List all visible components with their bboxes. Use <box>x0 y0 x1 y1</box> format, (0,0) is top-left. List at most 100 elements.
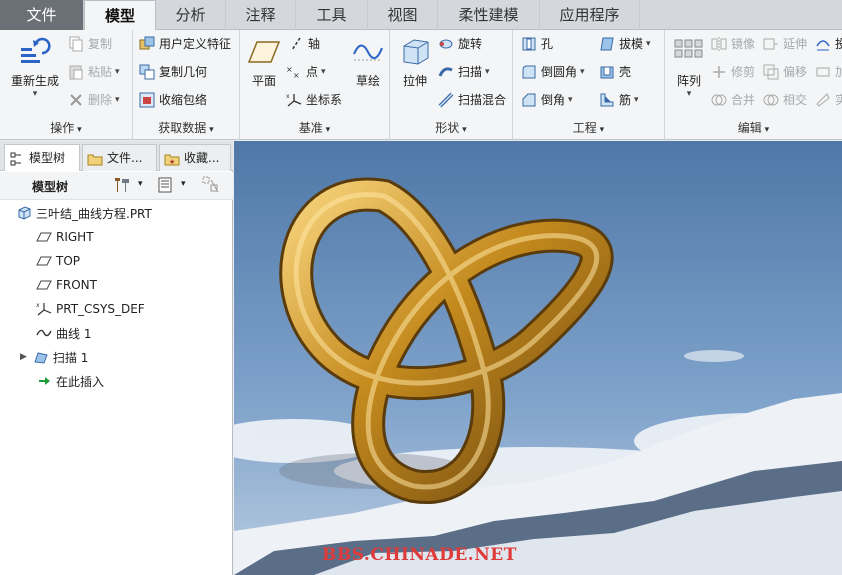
tree-item-insert-here-label: 在此插入 <box>56 374 105 389</box>
group-operations-label[interactable]: 操作 <box>0 119 132 136</box>
axis-button[interactable]: 轴 <box>288 34 320 54</box>
sweep-dropdown-icon[interactable]: ▾ <box>485 62 490 82</box>
settings-tools-icon[interactable] <box>112 176 132 197</box>
csys-button[interactable]: x 坐标系 <box>286 90 342 110</box>
tab-analysis[interactable]: 分析 <box>156 0 226 30</box>
draft-dropdown-icon[interactable]: ▾ <box>646 34 651 54</box>
shrinkwrap-icon <box>139 92 155 108</box>
round-button[interactable]: 倒圆角 ▾ <box>521 62 585 82</box>
tab-model[interactable]: 模型 <box>84 0 156 31</box>
intersect-button[interactable]: 相交 <box>763 90 807 110</box>
point-button[interactable]: × × 点 ▾ <box>286 62 326 82</box>
group-shapes-label[interactable]: 形状 <box>390 119 512 136</box>
tree-item-csys[interactable]: x PRT_CSYS_DEF <box>0 297 233 321</box>
copy-icon <box>68 36 84 52</box>
merge-label: 合并 <box>731 93 756 107</box>
graphics-viewport[interactable]: BBS.CHINADE.NET <box>234 141 842 575</box>
hole-button[interactable]: 孔 <box>521 34 553 54</box>
paste-button[interactable]: 粘贴 ▾ <box>68 62 120 82</box>
rib-dropdown-icon[interactable]: ▾ <box>634 90 639 110</box>
swept-blend-button[interactable]: 扫描混合 <box>438 90 506 110</box>
draft-label: 拔模 <box>619 37 644 51</box>
solidify-icon <box>815 92 831 108</box>
udf-button[interactable]: 用户定义特征 <box>139 34 231 54</box>
trim-button[interactable]: 修剪 <box>711 62 755 82</box>
pattern-dropdown-icon[interactable]: ▾ <box>669 89 709 99</box>
sweep-icon <box>438 64 454 80</box>
svg-text:x: x <box>36 302 40 309</box>
point-dropdown-icon[interactable]: ▾ <box>321 62 326 82</box>
model-tree-toolbar: 模型树 ▾ ▾ <box>0 172 233 200</box>
filter-icon[interactable] <box>202 176 222 197</box>
show-dropdown-icon[interactable]: ▾ <box>181 179 186 189</box>
tab-file[interactable]: 文件 <box>0 0 84 30</box>
tree-item-part[interactable]: 三叶结_曲线方程.PRT <box>0 201 233 225</box>
tab-annotate[interactable]: 注释 <box>226 0 296 30</box>
extend-button[interactable]: 延伸 <box>763 34 807 54</box>
regenerate-dropdown-icon[interactable]: ▾ <box>6 89 64 99</box>
point-label: 点 <box>306 65 319 79</box>
watermark-text: BBS.CHINADE.NET <box>322 545 517 565</box>
shrinkwrap-button[interactable]: 收缩包络 <box>139 90 207 110</box>
thicken-label: 加 <box>835 65 842 79</box>
merge-button[interactable]: 合并 <box>711 90 755 110</box>
trim-icon <box>711 64 727 80</box>
regenerate-button[interactable]: 重新生成 ▾ <box>6 34 64 99</box>
tab-model-tree[interactable]: 模型树 <box>4 144 80 171</box>
chamfer-button[interactable]: 倒角 ▾ <box>521 90 573 110</box>
thicken-button[interactable]: 加 <box>815 62 842 82</box>
tree-item-right[interactable]: RIGHT <box>0 225 233 249</box>
rib-button[interactable]: 筋 ▾ <box>599 90 639 110</box>
tree-item-curve[interactable]: 曲线 1 <box>0 321 233 345</box>
tree-item-top[interactable]: TOP <box>0 249 233 273</box>
solidify-button[interactable]: 实 <box>815 90 842 110</box>
tab-folder-browser[interactable]: 文件... <box>82 144 157 171</box>
tab-view[interactable]: 视图 <box>368 0 438 30</box>
group-engineering-label[interactable]: 工程 <box>513 119 664 136</box>
revolve-icon <box>438 36 454 52</box>
tab-applications[interactable]: 应用程序 <box>540 0 640 30</box>
copy-button[interactable]: 复制 <box>68 34 112 54</box>
delete-dropdown-icon[interactable]: ▾ <box>115 90 120 110</box>
model-render <box>234 141 842 575</box>
paste-dropdown-icon[interactable]: ▾ <box>115 62 120 82</box>
pattern-icon <box>672 34 706 68</box>
group-datum-label[interactable]: 基准 <box>240 119 389 136</box>
datum-plane-icon <box>36 253 52 269</box>
shell-button[interactable]: 壳 <box>599 62 631 82</box>
offset-icon <box>763 64 779 80</box>
project-button[interactable]: 投 <box>815 34 842 54</box>
pattern-button[interactable]: 阵列 ▾ <box>669 34 709 99</box>
copy-geometry-button[interactable]: 复制几何 <box>139 62 207 82</box>
sketch-button[interactable]: 草绘 <box>348 34 388 89</box>
draft-button[interactable]: 拔模 ▾ <box>599 34 651 54</box>
extrude-button[interactable]: 拉伸 <box>394 34 436 89</box>
svg-text:×: × <box>293 71 300 80</box>
tab-favorites[interactable]: ★ 收藏... <box>159 144 231 171</box>
sweep-icon <box>33 349 49 365</box>
group-get-data-label[interactable]: 获取数据 <box>133 119 239 136</box>
csys-icon: x <box>286 92 302 108</box>
mirror-button[interactable]: 镜像 <box>711 34 755 54</box>
round-dropdown-icon[interactable]: ▾ <box>580 62 585 82</box>
sweep-button[interactable]: 扫描 ▾ <box>438 62 490 82</box>
revolve-button[interactable]: 旋转 <box>438 34 482 54</box>
chamfer-dropdown-icon[interactable]: ▾ <box>568 90 573 110</box>
plane-button[interactable]: 平面 <box>244 34 284 89</box>
show-icon[interactable] <box>157 177 173 196</box>
tab-flexible-modeling[interactable]: 柔性建模 <box>438 0 540 30</box>
tab-model-tree-label: 模型树 <box>29 151 66 165</box>
offset-button[interactable]: 偏移 <box>763 62 807 82</box>
tab-tools[interactable]: 工具 <box>296 0 368 30</box>
tree-item-insert-here[interactable]: 在此插入 <box>0 369 233 393</box>
mirror-icon <box>711 36 727 52</box>
tree-item-front[interactable]: FRONT <box>0 273 233 297</box>
settings-dropdown-icon[interactable]: ▾ <box>138 179 143 189</box>
delete-button[interactable]: 删除 ▾ <box>68 90 120 110</box>
group-editing-label[interactable]: 编辑 <box>665 119 842 136</box>
rib-icon <box>599 92 615 108</box>
tree-item-sweep[interactable]: ▶ 扫描 1 <box>0 345 233 369</box>
expand-arrow-icon[interactable]: ▶ <box>20 352 27 362</box>
extend-label: 延伸 <box>783 37 808 51</box>
mirror-label: 镜像 <box>731 37 756 51</box>
